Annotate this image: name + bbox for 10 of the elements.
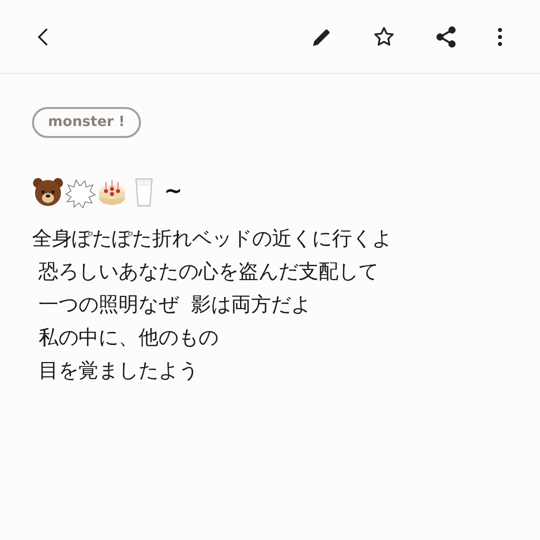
bear-icon	[32, 176, 64, 208]
star-icon	[372, 24, 396, 48]
note-line: 恐ろしいあなたの心を盗んだ支配して	[37, 258, 380, 285]
note-line: 一つの照明なぜ 影は両方だよ	[37, 291, 312, 318]
tilde-text: ~	[164, 178, 182, 206]
tag-chip[interactable]: monster !	[32, 107, 141, 138]
note-line: 私の中に、他のもの	[37, 324, 220, 351]
note-line: 目を覚ましたよう	[37, 357, 200, 384]
share-icon	[434, 24, 458, 48]
note-line: 全身ぽたぽた折れベッドの近くに行くよ	[32, 225, 392, 252]
